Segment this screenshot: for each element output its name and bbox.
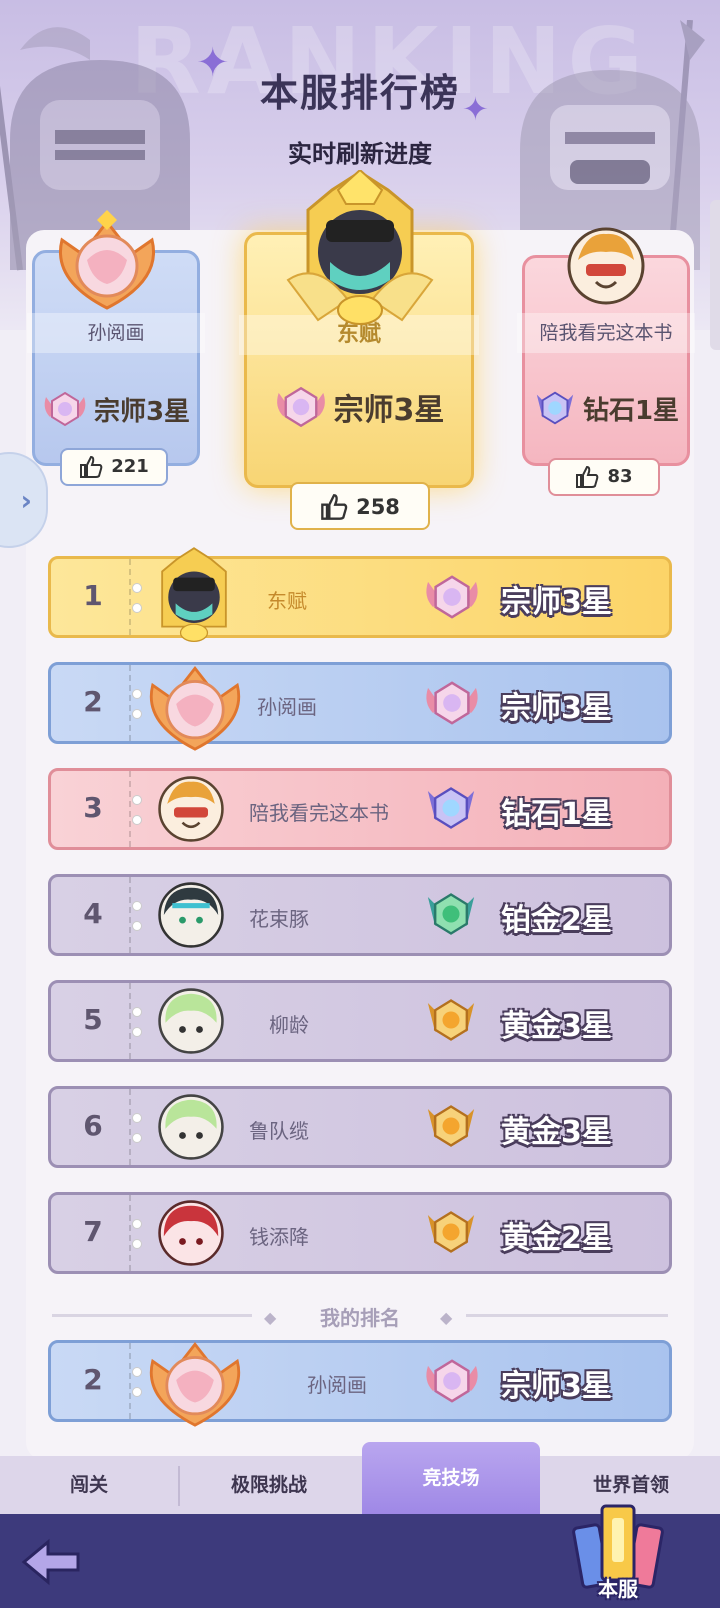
page-subtitle: 实时刷新进度	[288, 140, 432, 168]
avatar-row-7	[158, 1200, 224, 1266]
chevron-right-icon: ›	[20, 484, 32, 517]
like-button-second[interactable]: 221	[60, 448, 168, 486]
thumbs-up-icon	[80, 456, 103, 478]
grandmaster-badge-icon	[44, 391, 86, 427]
grandmaster-badge-icon	[426, 681, 478, 725]
grandmaster-badge-icon	[426, 1359, 478, 1403]
row-tier: 钻石1星	[501, 797, 612, 832]
avatar-row-1	[161, 547, 227, 642]
row-player-name: 东赋	[267, 589, 307, 613]
crown-frame-avatar-first	[286, 170, 434, 325]
row-rank-number: 3	[83, 791, 103, 824]
tab-arena[interactable]: 竞技场	[362, 1442, 540, 1514]
podium-second-rank: 宗师3星	[35, 389, 197, 429]
ranking-row-7[interactable]: 7 钱添降 黄金2星	[48, 1192, 672, 1274]
back-arrow-icon[interactable]	[20, 1536, 84, 1588]
row-tier: 黄金3星	[501, 1009, 612, 1044]
row-player-name: 鲁队缆	[249, 1119, 309, 1143]
avatar-row-4	[158, 882, 224, 948]
row-rank-number: 7	[83, 1215, 103, 1248]
row-player-name: 钱添降	[249, 1225, 309, 1249]
ranking-row-5[interactable]: 5 柳龄 黄金3星	[48, 980, 672, 1062]
thumbs-up-icon	[576, 466, 599, 488]
like-button-third[interactable]: 83	[548, 458, 660, 496]
server-ranking-button[interactable]: 本服	[568, 1496, 668, 1608]
podium-third-name: 陪我看完这本书	[517, 313, 695, 353]
diamond-badge-icon	[536, 391, 574, 425]
side-scroll-edge	[710, 200, 720, 350]
server-button-label: 本服	[598, 1577, 638, 1601]
row-rank-number: 4	[83, 897, 103, 930]
grandmaster-badge-icon	[276, 386, 325, 428]
row-player-name: 柳龄	[269, 1013, 309, 1037]
ranking-row-4[interactable]: 4 花束豚 铂金2星	[48, 874, 672, 956]
avatar-row-5	[158, 988, 224, 1054]
ranking-row-1[interactable]: 1 东赋 宗师3星	[48, 547, 672, 642]
page-title: 本服排行榜	[259, 71, 460, 115]
podium-third-rank: 钻石1星	[525, 388, 687, 428]
podium-first-rank: 宗师3星	[247, 383, 471, 431]
avatar-my-rank	[149, 1341, 241, 1427]
like-button-first[interactable]: 258	[290, 482, 430, 530]
row-player-name: 花束豚	[249, 907, 309, 931]
row-rank-number: 5	[83, 1003, 103, 1036]
my-rank-divider: ◆ 我的排名 ◆	[52, 1302, 668, 1330]
grandmaster-badge-icon	[426, 575, 478, 619]
row-player-name: 孙阅画	[257, 695, 317, 719]
row-tier: 黄金2星	[501, 1221, 612, 1256]
avatar-third	[567, 227, 645, 305]
row-rank-number: 1	[83, 579, 103, 612]
avatar-row-2	[149, 665, 241, 751]
row-rank-number: 2	[83, 685, 103, 718]
gold-badge-icon	[427, 1105, 475, 1147]
ranking-row-6[interactable]: 6 鲁队缆 黄金3星	[48, 1086, 672, 1168]
gold-badge-icon	[427, 1211, 475, 1253]
diamond-badge-icon	[427, 787, 475, 829]
podium-second-name: 孙阅画	[27, 313, 205, 353]
avatar-row-3	[158, 776, 224, 842]
ranking-row-2[interactable]: 2 孙阅画 宗师3星	[48, 662, 672, 751]
row-player-name: 孙阅画	[307, 1373, 367, 1397]
platinum-badge-icon	[427, 893, 475, 935]
row-tier: 黄金3星	[501, 1115, 612, 1150]
diamond-ornament-icon: ◆	[440, 1308, 453, 1327]
tab-extreme-challenge[interactable]: 极限挑战	[180, 1456, 358, 1514]
row-rank-number: 6	[83, 1109, 103, 1142]
thumbs-up-icon	[321, 494, 348, 520]
row-tier: 宗师3星	[501, 1369, 612, 1404]
my-ranking-row[interactable]: 2 孙阅画 宗师3星	[48, 1340, 672, 1427]
avatar-row-6	[158, 1094, 224, 1160]
row-tier: 宗师3星	[501, 691, 612, 726]
gold-badge-icon	[427, 999, 475, 1041]
ranking-row-3[interactable]: 3 陪我看完这本书 钻石1星	[48, 768, 672, 850]
row-tier: 宗师3星	[501, 585, 612, 620]
row-tier: 铂金2星	[501, 903, 612, 938]
row-rank-number: 2	[83, 1363, 103, 1396]
tab-stages[interactable]: 闯关	[0, 1456, 178, 1514]
crown-frame-avatar-second	[59, 210, 155, 310]
row-player-name: 陪我看完这本书	[249, 801, 389, 825]
